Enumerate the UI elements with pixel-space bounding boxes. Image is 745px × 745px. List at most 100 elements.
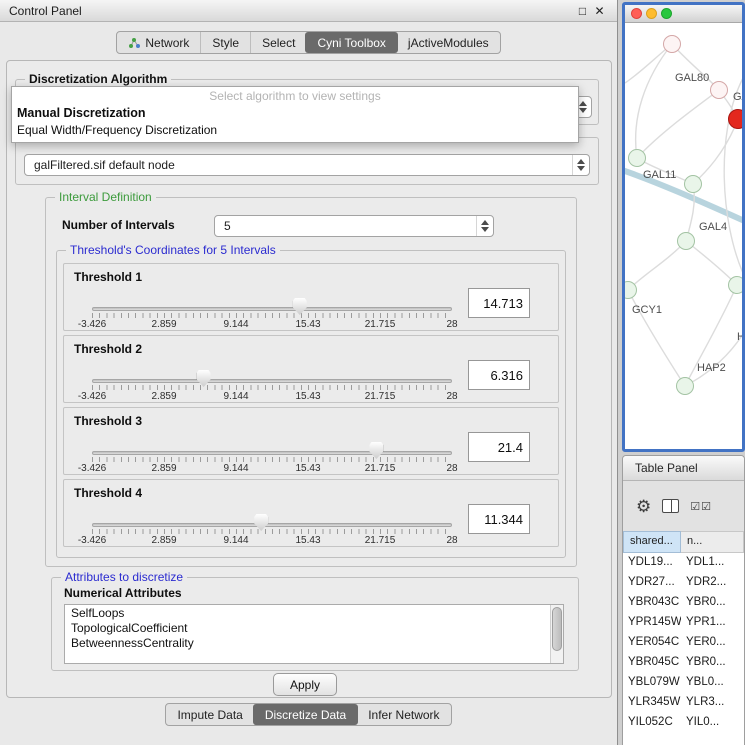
tick-label: 21.715 [365, 535, 396, 546]
slider-track[interactable] [92, 523, 452, 527]
table-row[interactable]: YPR145WYPR1... [623, 613, 744, 633]
table-cell[interactable]: YLR345W [623, 693, 681, 713]
control-panel-titlebar: Control Panel □ ✕ [0, 0, 617, 22]
network-node[interactable] [710, 81, 728, 99]
interval-definition-title: Interval Definition [55, 190, 156, 204]
numerical-attributes-list[interactable]: SelfLoopsTopologicalCoefficientBetweenne… [64, 604, 564, 664]
table-cell[interactable]: YDR2... [681, 573, 744, 593]
tab-network[interactable]: Network [117, 32, 200, 53]
table-header-row: shared... n... [623, 531, 744, 553]
threshold-4-slider[interactable] [92, 520, 452, 530]
table-row[interactable]: YLR345WYLR3... [623, 693, 744, 713]
table-row[interactable]: YBR043CYBR0... [623, 593, 744, 613]
slider-scale-labels: -3.4262.8599.14415.4321.71528 [92, 391, 452, 403]
table-panel-title: Table Panel [635, 461, 698, 475]
minimize-icon[interactable]: □ [574, 4, 591, 18]
threshold-1-slider[interactable] [92, 304, 452, 314]
threshold-2-slider[interactable] [92, 376, 452, 386]
columns-icon[interactable] [662, 499, 679, 513]
close-traffic-light-icon[interactable] [631, 8, 642, 19]
network-window-titlebar [625, 5, 742, 23]
column-header-shared-name[interactable]: shared... [623, 531, 681, 553]
attribute-list-item[interactable]: SelfLoops [65, 605, 563, 620]
network-node[interactable] [628, 149, 646, 167]
threshold-2-panel: Threshold 2 -3.4262.8599.14415.4321.7152… [63, 335, 559, 403]
network-node-label: GAL80 [675, 72, 709, 84]
tab-impute-data[interactable]: Impute Data [166, 704, 253, 725]
slider-track[interactable] [92, 379, 452, 383]
network-node[interactable] [663, 35, 681, 53]
minimize-traffic-light-icon[interactable] [646, 8, 657, 19]
list-scrollbar[interactable] [550, 605, 563, 663]
threshold-3-label: Threshold 3 [74, 414, 142, 428]
table-panel-titlebar: Table Panel [623, 456, 744, 481]
checkbox-icons[interactable]: ☑☑ [690, 500, 712, 513]
table-cell[interactable]: YLR3... [681, 693, 744, 713]
table-cell[interactable]: YPR145W [623, 613, 681, 633]
apply-button[interactable]: Apply [273, 673, 337, 696]
table-cell[interactable]: YDL1... [681, 553, 744, 573]
table-cell[interactable]: YBR0... [681, 593, 744, 613]
zoom-traffic-light-icon[interactable] [661, 8, 672, 19]
slider-track[interactable] [92, 451, 452, 455]
table-cell[interactable]: YBR0... [681, 653, 744, 673]
number-of-intervals-combobox[interactable]: 5 [214, 215, 494, 237]
table-cell[interactable]: YBL079W [623, 673, 681, 693]
discretization-algorithm-title: Discretization Algorithm [25, 72, 171, 86]
threshold-2-value-field[interactable]: 6.316 [468, 360, 530, 390]
threshold-3-slider[interactable] [92, 448, 452, 458]
column-header-name[interactable]: n... [681, 531, 744, 553]
slider-track[interactable] [92, 307, 452, 311]
table-cell[interactable]: YIL0... [681, 713, 744, 733]
network-canvas[interactable]: GAL80GAGAL11GAL4GCY1HHAP2 [625, 23, 742, 449]
table-cell[interactable]: YPR1... [681, 613, 744, 633]
tab-label: Style [212, 36, 239, 50]
network-node[interactable] [728, 109, 742, 129]
tick-label: 9.144 [223, 463, 248, 474]
network-node[interactable] [677, 232, 695, 250]
table-row[interactable]: YBL079WYBL0... [623, 673, 744, 693]
threshold-4-value-field[interactable]: 11.344 [468, 504, 530, 534]
gear-icon[interactable]: ⚙ [636, 498, 651, 515]
top-tabbar: Network Style Select Cyni Toolbox jActiv… [0, 31, 617, 54]
table-cell[interactable]: YDL19... [623, 553, 681, 573]
table-cell[interactable]: YER0... [681, 633, 744, 653]
attribute-list-item[interactable]: BetweennessCentrality [65, 635, 563, 650]
dropdown-option-manual-discretization[interactable]: Manual Discretization [12, 104, 578, 121]
table-cell[interactable]: YBR045C [623, 653, 681, 673]
table-cell[interactable]: YIL052C [623, 713, 681, 733]
close-icon[interactable]: ✕ [591, 4, 608, 18]
table-row[interactable]: YBR045CYBR0... [623, 653, 744, 673]
threshold-1-value-field[interactable]: 14.713 [468, 288, 530, 318]
network-node[interactable] [676, 377, 694, 395]
table-cell[interactable]: YDR27... [623, 573, 681, 593]
table-row[interactable]: YIL052CYIL0... [623, 713, 744, 733]
table-row[interactable]: YDR27...YDR2... [623, 573, 744, 593]
tick-label: 9.144 [223, 319, 248, 330]
tab-style[interactable]: Style [200, 32, 250, 53]
scrollbar-thumb[interactable] [552, 607, 562, 651]
tick-label: 28 [446, 319, 457, 330]
threshold-2-label: Threshold 2 [74, 342, 142, 356]
tab-cyni-toolbox[interactable]: Cyni Toolbox [305, 32, 397, 53]
tab-select[interactable]: Select [250, 32, 306, 53]
thresholds-group-title: Threshold's Coordinates for 5 Intervals [66, 243, 280, 257]
threshold-1-label: Threshold 1 [74, 270, 142, 284]
tab-discretize-data[interactable]: Discretize Data [253, 704, 358, 725]
dropdown-option-equal-width-frequency[interactable]: Equal Width/Frequency Discretization [12, 121, 578, 138]
tab-jactivemodules[interactable]: jActiveModules [397, 32, 500, 53]
table-cell[interactable]: YBR043C [623, 593, 681, 613]
tick-label: 15.43 [295, 391, 320, 402]
tab-infer-network[interactable]: Infer Network [357, 704, 450, 725]
network-node[interactable] [728, 276, 742, 294]
table-data-combobox[interactable]: galFiltered.sif default node [24, 154, 590, 176]
number-of-intervals-value: 5 [224, 219, 231, 233]
table-row[interactable]: YER054CYER0... [623, 633, 744, 653]
network-node[interactable] [684, 175, 702, 193]
table-row[interactable]: YDL19...YDL1... [623, 553, 744, 573]
threshold-3-value-field[interactable]: 21.4 [468, 432, 530, 462]
algorithm-dropdown-popup: Select algorithm to view settings Manual… [11, 86, 579, 143]
attribute-list-item[interactable]: TopologicalCoefficient [65, 620, 563, 635]
table-cell[interactable]: YER054C [623, 633, 681, 653]
table-cell[interactable]: YBL0... [681, 673, 744, 693]
